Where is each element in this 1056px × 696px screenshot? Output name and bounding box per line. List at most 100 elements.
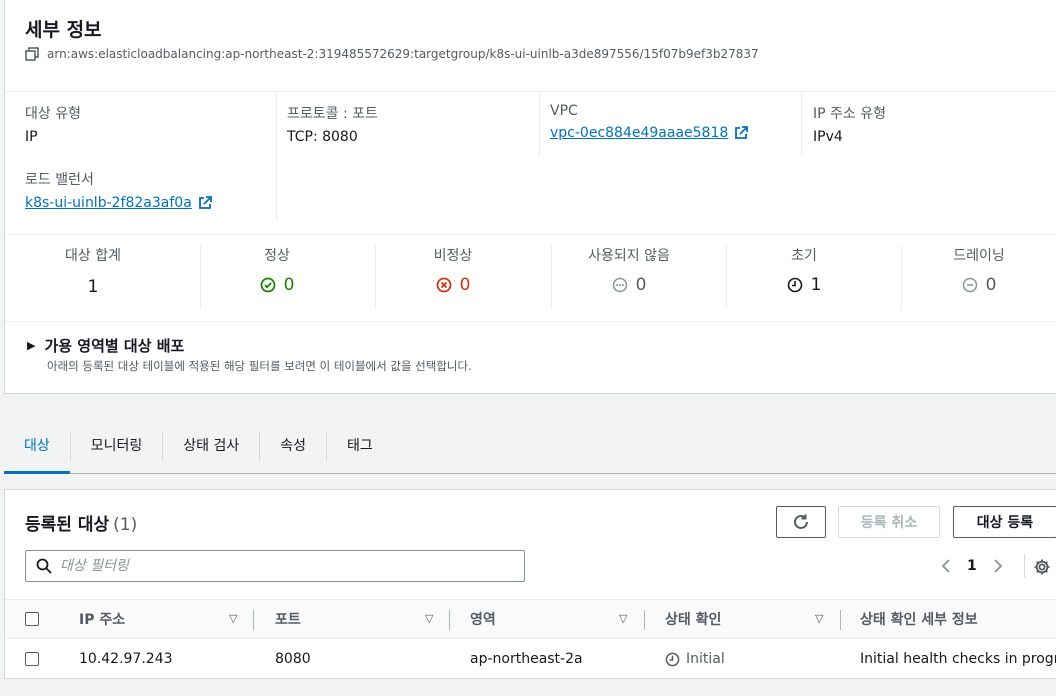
row-checkbox[interactable] [25, 652, 39, 666]
tab-attributes[interactable]: 속성 [260, 418, 326, 472]
divider [276, 91, 277, 221]
stat-unused-value[interactable]: 0 [636, 275, 647, 295]
load-balancer-link[interactable]: k8s-ui-uinlb-2f82a3af0a [25, 195, 212, 211]
stat-healthy[interactable]: 정상 0 [189, 245, 365, 295]
search-icon [36, 558, 52, 574]
load-balancer-label: 로드 밸런서 [25, 172, 94, 188]
register-targets-button[interactable]: 대상 등록 [953, 506, 1056, 538]
minus-circle-icon [962, 277, 977, 293]
stat-initial-label: 초기 [791, 248, 817, 264]
check-circle-icon [260, 277, 275, 293]
stat-total-label: 대상 합계 [65, 248, 121, 264]
ellipsis-circle-icon [612, 277, 627, 293]
table-settings-button[interactable] [1033, 558, 1051, 580]
ip-type-field: IP 주소 유형 IPv4 [813, 103, 886, 145]
chevron-left-icon[interactable] [941, 558, 951, 574]
page-number[interactable]: 1 [967, 558, 977, 574]
stat-unused[interactable]: 사용되지 않음 0 [541, 245, 717, 295]
ip-type-value: IPv4 [813, 129, 843, 145]
cell-zone: ap-northeast-2a [470, 651, 583, 667]
health-status-text: Initial [686, 651, 725, 667]
stat-unused-label: 사용되지 않음 [588, 248, 670, 264]
az-distribution-expander[interactable]: ▶ 가용 영역별 대상 배포 [27, 335, 184, 356]
stat-total-value: 1 [87, 277, 99, 297]
arn-row: arn:aws:elasticloadbalancing:ap-northeas… [25, 47, 759, 61]
column-separator[interactable] [449, 610, 450, 630]
clock-icon [665, 652, 680, 666]
vpc-label: VPC [550, 103, 578, 119]
deregister-button[interactable]: 등록 취소 [838, 506, 940, 538]
tab-monitoring[interactable]: 모니터링 [71, 418, 163, 472]
stat-total: 대상 합계 1 [5, 245, 181, 297]
registered-targets-heading: 등록된 대상 [25, 515, 110, 535]
copy-icon[interactable] [25, 47, 39, 61]
tab-bar: 대상 모니터링 상태 검사 속성 태그 [4, 418, 1056, 474]
column-separator[interactable] [253, 610, 254, 630]
stat-unhealthy-value[interactable]: 0 [460, 275, 471, 295]
refresh-button[interactable] [776, 506, 826, 538]
registered-targets-title: 등록된 대상 (1) [25, 510, 137, 535]
sort-caret-icon[interactable]: ▽ [229, 612, 237, 625]
az-distribution-title[interactable]: 가용 영역별 대상 배포 [44, 335, 184, 356]
pagination: 1 [941, 558, 1003, 574]
vpc-link-text[interactable]: vpc-0ec884e49aaae5818 [550, 125, 728, 141]
protocol-field: 프로토콜 : 포트 TCP: 8080 [287, 103, 378, 145]
target-filter[interactable] [25, 550, 525, 582]
target-filter-input[interactable] [60, 558, 500, 574]
stat-draining-label: 드레이닝 [953, 248, 1005, 264]
details-panel: 세부 정보 arn:aws:elasticloadbalancing:ap-no… [4, 0, 1056, 394]
protocol-label: 프로토콜 : 포트 [287, 106, 378, 122]
registered-targets-count: (1) [113, 515, 138, 535]
divider [5, 234, 1056, 235]
sort-caret-icon[interactable]: ▽ [619, 612, 627, 625]
target-type-value: IP [25, 129, 38, 145]
divider [5, 91, 1056, 92]
select-all-checkbox[interactable] [25, 612, 39, 626]
caret-right-icon: ▶ [27, 339, 36, 352]
vpc-field: VPC vpc-0ec884e49aaae5818 [550, 103, 749, 141]
cell-ip: 10.42.97.243 [79, 651, 173, 667]
ip-type-label: IP 주소 유형 [813, 106, 886, 122]
load-balancer-link-text[interactable]: k8s-ui-uinlb-2f82a3af0a [25, 195, 192, 211]
column-separator[interactable] [644, 610, 645, 630]
divider [5, 321, 1056, 322]
tab-tags[interactable]: 태그 [327, 418, 393, 472]
stat-initial-value[interactable]: 1 [811, 275, 822, 295]
stat-draining[interactable]: 드레이닝 0 [891, 245, 1056, 295]
stat-healthy-value[interactable]: 0 [284, 275, 295, 295]
sort-caret-icon[interactable]: ▽ [425, 612, 433, 625]
protocol-value: TCP: 8080 [287, 129, 358, 145]
column-header-port[interactable]: 포트 [275, 600, 301, 638]
divider [1024, 554, 1025, 578]
tab-targets[interactable]: 대상 [4, 418, 70, 474]
sort-caret-icon[interactable]: ▽ [815, 612, 823, 625]
table-header: IP 주소 ▽ 포트 ▽ 영역 ▽ 상태 확인 ▽ 상태 확인 세부 정보 [5, 599, 1056, 639]
az-distribution-description: 아래의 등록된 대상 테이블에 적용된 해당 필터를 보려면 이 테이블에서 값… [47, 359, 472, 373]
target-type-field: 대상 유형 IP [25, 103, 81, 145]
chevron-right-icon[interactable] [993, 558, 1003, 574]
stat-unhealthy[interactable]: 비정상 0 [365, 245, 541, 295]
divider [539, 91, 540, 157]
gear-icon [1034, 559, 1050, 575]
target-type-label: 대상 유형 [25, 106, 81, 122]
column-header-health-details[interactable]: 상태 확인 세부 정보 [860, 600, 978, 638]
stat-draining-value[interactable]: 0 [986, 275, 997, 295]
details-title: 세부 정보 [25, 19, 102, 41]
table-row[interactable]: 10.42.97.243 8080 ap-northeast-2a Initia… [5, 639, 1056, 679]
registered-targets-panel: 등록된 대상(1) 등록 취소 대상 등록 1 IP 주소 ▽ 포트 ▽ 영역 … [4, 489, 1056, 679]
column-header-zone[interactable]: 영역 [470, 600, 496, 638]
arn-text: arn:aws:elasticloadbalancing:ap-northeas… [47, 47, 759, 61]
stat-initial[interactable]: 초기 1 [716, 245, 892, 295]
clock-icon [787, 277, 802, 293]
column-header-ip[interactable]: IP 주소 [79, 600, 125, 638]
vpc-link[interactable]: vpc-0ec884e49aaae5818 [550, 125, 749, 141]
cell-health-details: Initial health checks in progr... [860, 651, 1056, 667]
column-separator[interactable] [840, 610, 841, 630]
stat-unhealthy-label: 비정상 [433, 248, 473, 264]
column-header-health-status[interactable]: 상태 확인 [665, 600, 721, 638]
tab-health-checks[interactable]: 상태 검사 [163, 418, 259, 472]
error-circle-icon [436, 277, 451, 293]
external-link-icon [198, 196, 212, 209]
load-balancer-field: 로드 밸런서 k8s-ui-uinlb-2f82a3af0a [25, 169, 212, 211]
external-link-icon [735, 126, 749, 139]
